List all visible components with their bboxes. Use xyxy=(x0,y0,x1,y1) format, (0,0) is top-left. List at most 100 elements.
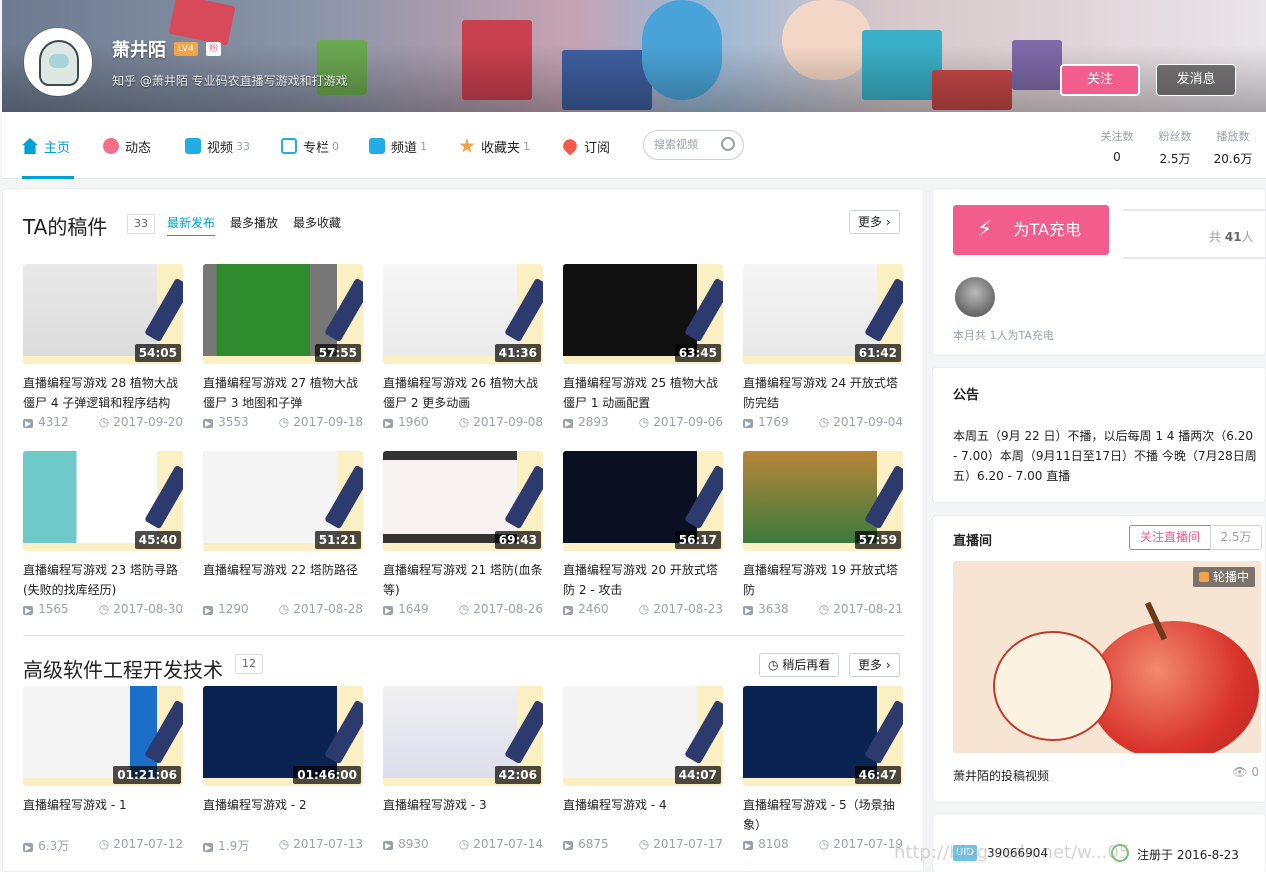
video-title[interactable]: 直播编程写游戏 24 开放式塔防完结 xyxy=(743,373,903,413)
upload-date: 2017-07-13 xyxy=(279,837,363,854)
video-title[interactable]: 直播编程写游戏 - 5（场景抽象） xyxy=(743,795,903,835)
video-thumbnail[interactable]: 61:42 xyxy=(743,264,903,364)
video-title[interactable]: 直播编程写游戏 25 植物大战僵尸 1 动画配置 xyxy=(563,373,723,413)
play-count: 1.9万 xyxy=(203,837,249,854)
video-thumbnail[interactable]: 44:07 xyxy=(563,686,723,786)
video-card[interactable]: 56:17 直播编程写游戏 20 开放式塔防 2 - 攻击 2460 2017-08-… xyxy=(563,451,723,616)
tab-home[interactable]: 主页 xyxy=(22,136,70,156)
tab-latest[interactable]: 最新发布 xyxy=(167,214,216,236)
video-thumbnail[interactable]: 63:45 xyxy=(563,264,723,364)
video-duration: 44:07 xyxy=(674,766,721,784)
tab-favorites[interactable]: 收藏夹 1 xyxy=(459,136,530,156)
fan-badge: 粉 xyxy=(206,42,222,56)
video-title[interactable]: 直播编程写游戏 20 开放式塔防 2 - 攻击 xyxy=(563,560,723,600)
video-card[interactable]: 45:40 直播编程写游戏 23 塔防寻路(失败的找库经历) 1565 2017-08… xyxy=(23,451,183,616)
live-caption: 萧井陌的投稿视频 xyxy=(953,769,1050,783)
video-card[interactable]: 61:42 直播编程写游戏 24 开放式塔防完结 1769 2017-09-04 xyxy=(743,264,903,429)
video-card[interactable]: 51:21 直播编程写游戏 22 塔防路径 1290 2017-08-28 xyxy=(203,451,363,616)
play-count: 3553 xyxy=(203,415,249,429)
stat-plays: 播放数 20.6万 xyxy=(1213,130,1253,166)
profile-nav: 主页 动态 视频 33 专栏 0 频道 1 收藏夹 1 订阅 搜索视频 关注数 0 粉丝数… xyxy=(2,112,1266,179)
video-title[interactable]: 直播编程写游戏 28 植物大战僵尸 4 子弹逻辑和程序结构 xyxy=(23,373,183,413)
video-thumbnail[interactable]: 69:43 xyxy=(383,451,543,551)
video-duration: 61:42 xyxy=(854,344,901,362)
tab-activity[interactable]: 动态 xyxy=(103,136,151,156)
uploads-count: 33 xyxy=(127,214,155,234)
stat-fans[interactable]: 粉丝数 2.5万 xyxy=(1150,128,1200,167)
home-icon xyxy=(22,138,38,154)
register-date: 注册于 2016-8-23 xyxy=(1137,848,1239,862)
upload-date: 2017-08-26 xyxy=(459,602,543,616)
video-thumbnail[interactable]: 51:21 xyxy=(203,451,363,551)
stat-following[interactable]: 关注数 0 xyxy=(1092,128,1142,164)
play-count: 1960 xyxy=(383,415,429,429)
video-title[interactable]: 直播编程写游戏 27 植物大战僵尸 3 地图和子弹 xyxy=(203,373,363,413)
tab-video[interactable]: 视频 33 xyxy=(185,136,250,156)
video-card[interactable]: 42:06 直播编程写游戏 - 3 8930 2017-07-14 xyxy=(383,686,543,851)
tab-channel[interactable]: 频道 1 xyxy=(369,136,427,156)
video-card[interactable]: 69:43 直播编程写游戏 21 塔防(血条等) 1649 2017-08-26 xyxy=(383,451,543,616)
search-video-input[interactable]: 搜索视频 xyxy=(643,130,744,160)
uploads-more-button[interactable]: 更多 › xyxy=(849,210,900,234)
video-thumbnail[interactable]: 01:46:00 xyxy=(203,686,363,786)
video-title[interactable]: 直播编程写游戏 21 塔防(血条等) xyxy=(383,560,543,600)
video-card[interactable]: 57:59 直播编程写游戏 19 开放式塔防 3638 2017-08-21 xyxy=(743,451,903,616)
play-count: 2893 xyxy=(563,415,609,429)
live-panel: 直播间 关注直播间 2.5万 轮播中 萧井陌的投稿视频 👁 0 xyxy=(932,515,1266,803)
video-card[interactable]: 57:55 直播编程写游戏 27 植物大战僵尸 3 地图和子弹 3553 2017-0… xyxy=(203,264,363,429)
upload-date: 2017-07-17 xyxy=(639,837,723,851)
video-duration: 01:46:00 xyxy=(293,766,361,784)
video-title[interactable]: 直播编程写游戏 - 3 xyxy=(383,795,543,835)
video-title[interactable]: 直播编程写游戏 - 2 xyxy=(203,795,363,835)
playlist-more-button[interactable]: 更多 › xyxy=(849,653,900,677)
watch-later-button[interactable]: ◷ 稍后再看 xyxy=(759,653,840,677)
video-thumbnail[interactable]: 57:55 xyxy=(203,264,363,364)
play-count: 6.3万 xyxy=(23,837,69,854)
main-content: TA的稿件 33 最新发布 最多播放 最多收藏 更多 › 54:05 直播编程写游… xyxy=(2,188,924,872)
video-card[interactable]: 01:21:06 直播编程写游戏 - 1 6.3万 2017-07-12 xyxy=(23,686,183,854)
upload-date: 2017-09-18 xyxy=(279,415,363,429)
video-card[interactable]: 46:47 直播编程写游戏 - 5（场景抽象） 8108 2017-07-19 xyxy=(743,686,903,851)
charge-button[interactable]: ⚡ 为TA充电 xyxy=(953,205,1109,255)
play-count: 3638 xyxy=(743,602,789,616)
video-thumbnail[interactable]: 42:06 xyxy=(383,686,543,786)
video-thumbnail[interactable]: 41:36 xyxy=(383,264,543,364)
video-card[interactable]: 01:46:00 直播编程写游戏 - 2 1.9万 2017-07-13 xyxy=(203,686,363,854)
video-title[interactable]: 直播编程写游戏 26 植物大战僵尸 2 更多动画 xyxy=(383,373,543,413)
video-thumbnail[interactable]: 56:17 xyxy=(563,451,723,551)
send-message-button[interactable]: 发消息 xyxy=(1156,64,1236,96)
upload-date: 2017-08-21 xyxy=(819,602,903,616)
tab-most-favorited[interactable]: 最多收藏 xyxy=(293,214,341,231)
video-thumbnail[interactable]: 57:59 xyxy=(743,451,903,551)
video-title[interactable]: 直播编程写游戏 - 1 xyxy=(23,795,183,835)
video-thumbnail[interactable]: 01:21:06 xyxy=(23,686,183,786)
video-thumbnail[interactable]: 54:05 xyxy=(23,264,183,364)
tab-subscriptions[interactable]: 订阅 xyxy=(560,136,610,156)
video-title[interactable]: 直播编程写游戏 22 塔防路径 xyxy=(203,560,363,600)
video-card[interactable]: 41:36 直播编程写游戏 26 植物大战僵尸 2 更多动画 1960 2017-09… xyxy=(383,264,543,429)
play-count: 8108 xyxy=(743,837,789,851)
video-icon xyxy=(185,138,201,154)
live-cover[interactable]: 轮播中 xyxy=(953,561,1261,753)
tab-column[interactable]: 专栏 0 xyxy=(281,136,339,156)
video-duration: 46:47 xyxy=(854,766,901,784)
video-card[interactable]: 63:45 直播编程写游戏 25 植物大战僵尸 1 动画配置 2893 2017-09… xyxy=(563,264,723,429)
video-card[interactable]: 54:05 直播编程写游戏 28 植物大战僵尸 4 子弹逻辑和程序结构 4312 20… xyxy=(23,264,183,429)
video-thumbnail[interactable]: 45:40 xyxy=(23,451,183,551)
notice-text: 本周五（9月 22 日）不播，以后每周 1 4 播两次（6.20 - 7.00）… xyxy=(953,429,1257,483)
tab-most-played[interactable]: 最多播放 xyxy=(230,214,278,231)
video-duration: 57:59 xyxy=(854,531,901,549)
avatar[interactable] xyxy=(24,28,92,96)
video-card[interactable]: 44:07 直播编程写游戏 - 4 6875 2017-07-17 xyxy=(563,686,723,851)
video-duration: 01:21:06 xyxy=(113,766,181,784)
video-title[interactable]: 直播编程写游戏 - 4 xyxy=(563,795,723,835)
lightning-icon: ⚡ xyxy=(977,217,993,242)
video-title[interactable]: 直播编程写游戏 23 塔防寻路(失败的找库经历) xyxy=(23,560,183,600)
video-duration: 69:43 xyxy=(494,531,541,549)
video-thumbnail[interactable]: 46:47 xyxy=(743,686,903,786)
follow-live-button[interactable]: 关注直播间 xyxy=(1129,525,1211,550)
follow-button[interactable]: 关注 xyxy=(1060,64,1140,96)
video-title[interactable]: 直播编程写游戏 19 开放式塔防 xyxy=(743,560,903,600)
charger-avatar[interactable] xyxy=(955,277,995,317)
search-icon[interactable] xyxy=(721,137,735,151)
